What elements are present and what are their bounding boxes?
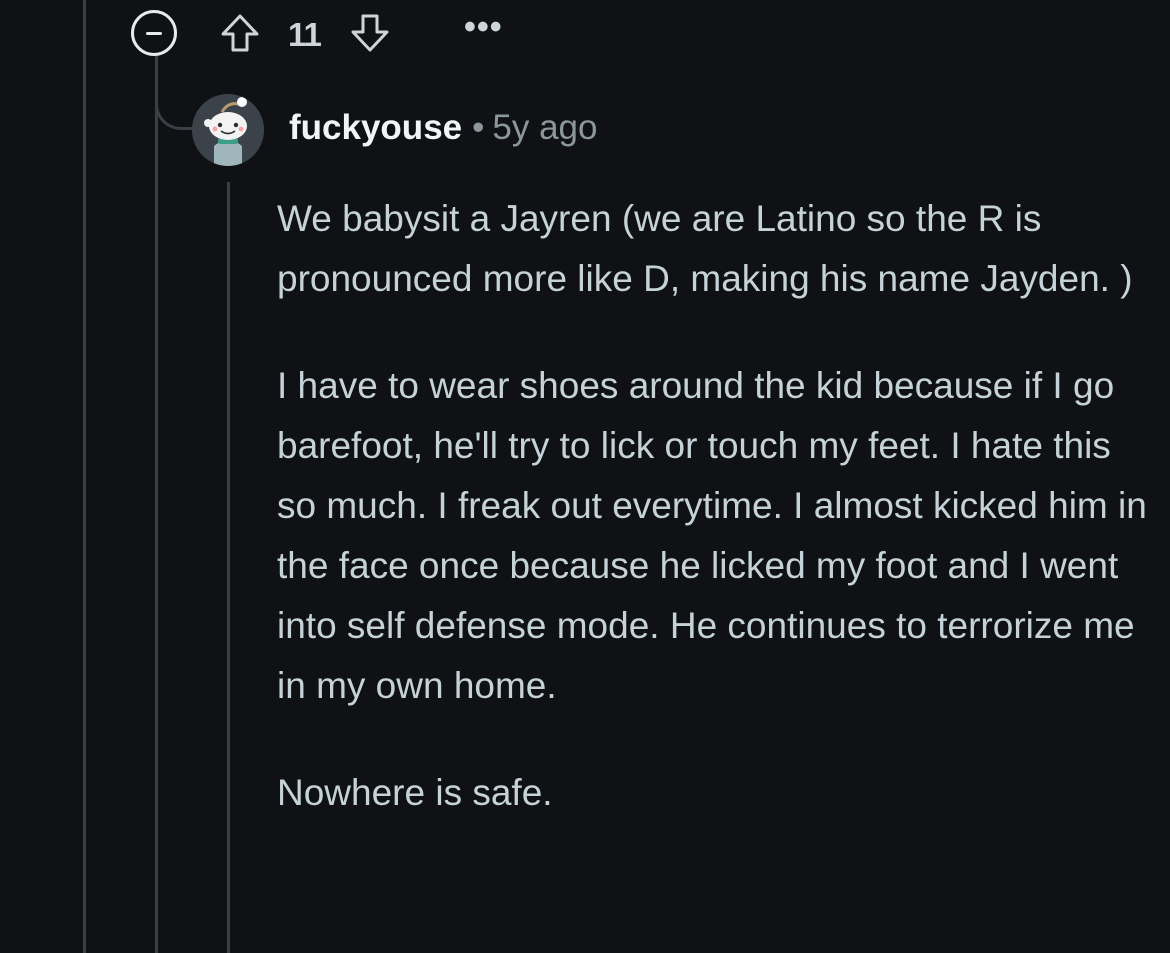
snoo-avatar-icon — [192, 94, 264, 166]
thread-line-outer[interactable] — [83, 0, 86, 953]
thread-line-elbow — [155, 90, 193, 130]
avatar[interactable] — [192, 94, 264, 166]
collapse-minus-icon — [146, 32, 162, 35]
comment-thread: 11 ••• fuckyouse • 5y ago We babysit a J… — [0, 0, 1170, 953]
comment-paragraph-3: Nowhere is safe. — [277, 772, 553, 813]
meta-separator: • — [472, 108, 485, 147]
thread-line-parent[interactable] — [155, 56, 158, 953]
author-username[interactable]: fuckyouse — [289, 108, 462, 147]
thread-line-comment[interactable] — [227, 182, 230, 953]
collapse-button[interactable] — [131, 10, 177, 56]
comment-paragraph-2: I have to wear shoes around the kid beca… — [277, 365, 1147, 706]
comment-meta: fuckyouse • 5y ago — [289, 108, 597, 148]
comment-timestamp: 5y ago — [492, 108, 598, 147]
upvote-arrow-icon[interactable] — [217, 10, 263, 56]
comment-paragraph-1: We babysit a Jayren (we are Latino so th… — [277, 198, 1133, 299]
downvote-arrow-icon[interactable] — [347, 10, 393, 56]
comment-body: We babysit a Jayren (we are Latino so th… — [277, 189, 1157, 870]
more-options-button[interactable]: ••• — [464, 8, 503, 47]
vote-score: 11 — [288, 16, 322, 53]
comment-action-row: 11 ••• — [131, 8, 531, 58]
